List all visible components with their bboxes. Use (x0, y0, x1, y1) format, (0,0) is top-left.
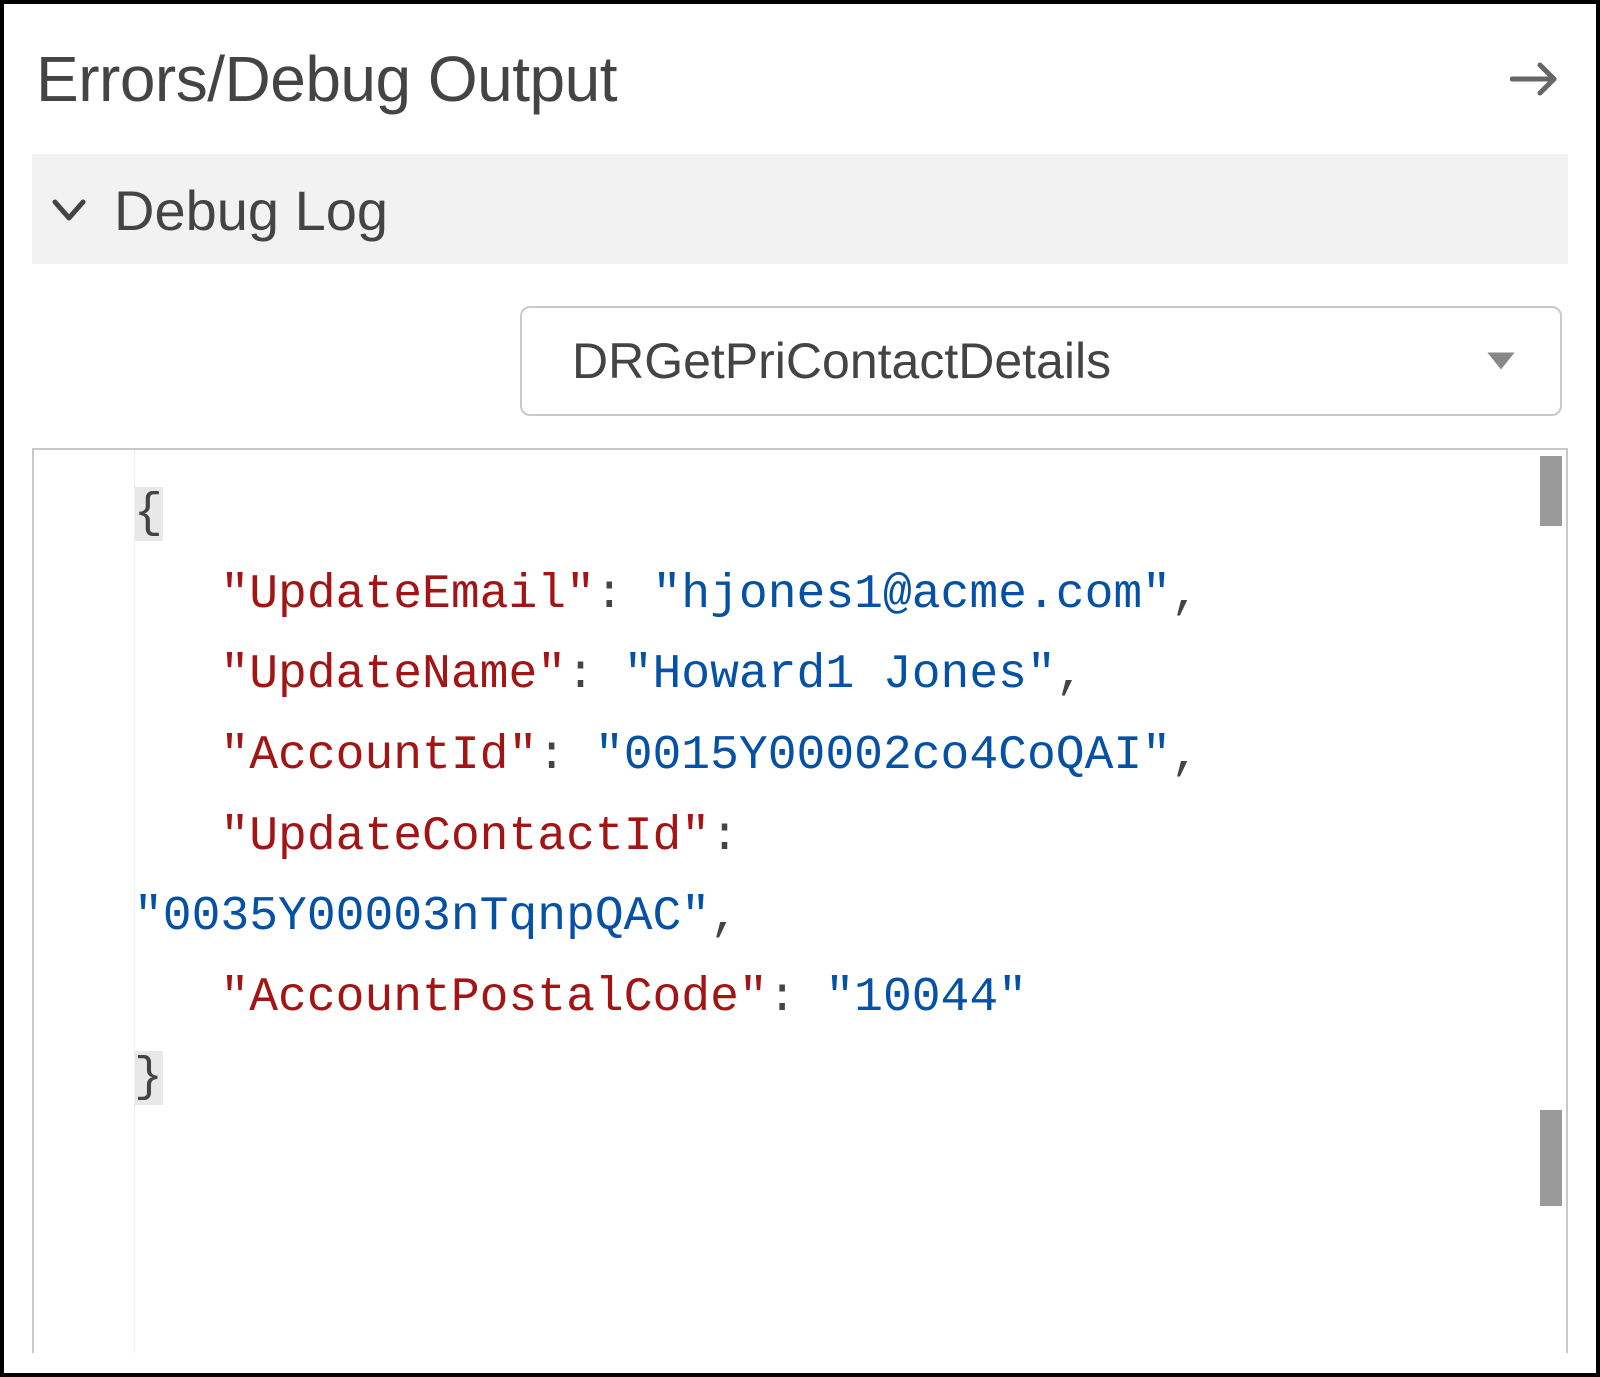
section-title: Debug Log (114, 178, 388, 243)
chevron-down-icon (46, 187, 92, 233)
panel-root: Errors/Debug Output Debug Log DRGetPriCo… (0, 0, 1600, 1377)
open-brace: { (134, 487, 163, 541)
scrollbar-thumb[interactable] (1540, 1110, 1562, 1206)
debug-log-section-header[interactable]: Debug Log (32, 154, 1568, 264)
dataraptor-select[interactable]: DRGetPriContactDetails (520, 306, 1562, 416)
collapse-arrow-icon[interactable] (1504, 49, 1564, 109)
panel-header: Errors/Debug Output (32, 4, 1568, 154)
code-output-wrap: { "UpdateEmail": "hjones1@acme.com", "Up… (32, 448, 1568, 1353)
scrollbar-thumb[interactable] (1540, 456, 1562, 526)
select-row: DRGetPriContactDetails (32, 264, 1568, 448)
caret-down-icon (1482, 342, 1520, 380)
close-brace: } (134, 1051, 163, 1105)
json-code: { "UpdateEmail": "hjones1@acme.com", "Up… (134, 474, 1556, 1119)
select-value: DRGetPriContactDetails (572, 332, 1111, 390)
panel-title: Errors/Debug Output (36, 42, 617, 116)
gutter-line (134, 450, 135, 1353)
json-output-viewer[interactable]: { "UpdateEmail": "hjones1@acme.com", "Up… (32, 448, 1568, 1353)
